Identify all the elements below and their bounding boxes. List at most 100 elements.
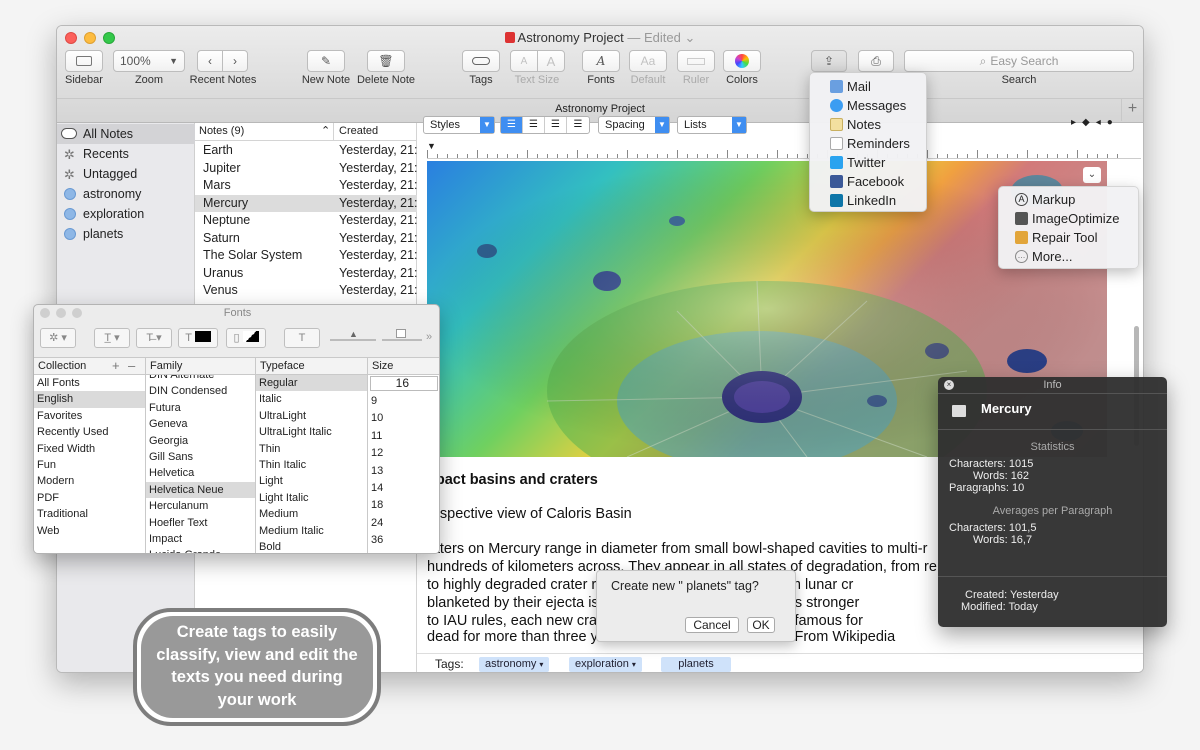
size-option[interactable]: 10: [368, 410, 410, 427]
typeface-list[interactable]: Regular Italic UltraLight UltraLight Italic…: [256, 375, 368, 553]
action-item-imageoptimize[interactable]: ImageOptimize: [999, 209, 1140, 228]
size-option[interactable]: 9: [368, 393, 410, 410]
font-list-item[interactable]: Traditional: [34, 506, 145, 522]
tag-exploration[interactable]: exploration ▾: [569, 657, 642, 672]
share-button[interactable]: ⇪: [811, 50, 847, 72]
align-right-icon[interactable]: ☰: [545, 117, 567, 133]
sort-ascending-icon[interactable]: ⌃: [321, 123, 330, 140]
strikethrough-menu-icon[interactable]: T̶ ▾: [136, 328, 172, 348]
list-item[interactable]: The Solar System Yesterday, 21:3: [195, 247, 424, 265]
close-icon[interactable]: ×: [944, 380, 954, 390]
action-item-markup[interactable]: A Markup: [999, 190, 1140, 209]
font-actions-gear-icon[interactable]: ✲ ▾: [40, 328, 76, 348]
image-menu-button[interactable]: ⌄: [1083, 167, 1101, 183]
font-list-item[interactable]: Fun: [34, 457, 145, 473]
chevron-down-icon[interactable]: ⌄: [684, 30, 695, 45]
font-list-item[interactable]: Thin: [256, 441, 367, 457]
sidebar-item-recents[interactable]: ✲ Recents: [57, 144, 195, 164]
font-list-item[interactable]: Hoefler Text: [146, 515, 255, 531]
font-list-item[interactable]: UltraLight: [256, 408, 367, 424]
action-item-more[interactable]: … More...: [999, 247, 1140, 266]
share-item-notes[interactable]: Notes: [810, 115, 928, 134]
decrease-text-size-button[interactable]: A: [510, 50, 538, 72]
action-item-repair-tool[interactable]: Repair Tool: [999, 228, 1140, 247]
font-list-item[interactable]: Helvetica Neue: [146, 481, 255, 499]
zoom-panel-button[interactable]: [72, 308, 82, 318]
list-item[interactable]: Venus Yesterday, 21:3: [195, 282, 424, 300]
sidebar-item-all-notes[interactable]: All Notes: [57, 124, 195, 144]
tag-planets-input[interactable]: planets: [661, 657, 731, 672]
font-list-item[interactable]: Gill Sans: [146, 449, 255, 465]
cancel-button[interactable]: Cancel: [685, 617, 739, 633]
back-button[interactable]: ‹: [197, 50, 223, 72]
font-list-item[interactable]: Medium Italic: [256, 523, 367, 539]
list-item[interactable]: Neptune Yesterday, 21:3: [195, 212, 424, 230]
document-color-button[interactable]: ▯: [226, 328, 266, 348]
document-heading[interactable]: npact basins and craters: [427, 472, 967, 488]
font-list-item[interactable]: Herculanum: [146, 498, 255, 514]
underline-menu-icon[interactable]: T̲ ▾: [94, 328, 130, 348]
font-list-item[interactable]: Recently Used: [34, 424, 145, 440]
zoom-select[interactable]: 100% ▼: [113, 50, 185, 72]
font-list-item[interactable]: Bold: [256, 539, 367, 553]
ok-button[interactable]: OK: [747, 617, 775, 633]
increase-text-size-button[interactable]: A: [537, 50, 565, 72]
new-note-button[interactable]: ✎: [307, 50, 345, 72]
family-list[interactable]: DIN Alternate DIN Condensed Futura Geneva Ge…: [146, 375, 256, 553]
size-option[interactable]: 14: [368, 480, 410, 497]
font-list-item[interactable]: Thin Italic: [256, 457, 367, 473]
font-list-item[interactable]: PDF: [34, 490, 145, 506]
tag-astronomy[interactable]: astronomy ▾: [479, 657, 550, 672]
font-list-item[interactable]: Helvetica: [146, 465, 255, 481]
list-item[interactable]: Uranus Yesterday, 21:3: [195, 265, 424, 283]
list-item[interactable]: Saturn Yesterday, 21:3: [195, 230, 424, 248]
shadow-opacity-slider[interactable]: ▲: [330, 329, 376, 347]
font-list-item[interactable]: English: [34, 391, 145, 408]
default-button[interactable]: Aa: [629, 50, 667, 72]
sidebar-item-exploration[interactable]: exploration: [57, 204, 195, 224]
styles-select[interactable]: Styles ▼: [423, 116, 495, 134]
font-list-item[interactable]: DIN Condensed: [146, 383, 255, 399]
font-list-item[interactable]: Modern: [34, 473, 145, 489]
colors-button[interactable]: [723, 50, 761, 72]
size-input[interactable]: 16: [370, 376, 438, 391]
font-list-item[interactable]: All Fonts: [34, 375, 145, 391]
font-list-item[interactable]: Regular: [256, 375, 367, 392]
font-list-item[interactable]: Geneva: [146, 416, 255, 432]
alignment-control[interactable]: ☰ ☰ ☰ ☰: [500, 116, 590, 134]
sidebar-item-astronomy[interactable]: astronomy: [57, 184, 195, 204]
font-list-item[interactable]: Light Italic: [256, 490, 367, 506]
size-option[interactable]: 24: [368, 515, 410, 532]
size-option[interactable]: 12: [368, 445, 410, 462]
paragraph-line[interactable]: raters on Mercury range in diameter from…: [427, 541, 967, 557]
search-field[interactable]: ⌕ Easy Search: [904, 50, 1134, 72]
ruler[interactable]: ▼: [427, 137, 1141, 159]
forward-button[interactable]: ›: [222, 50, 248, 72]
font-list-item[interactable]: UltraLight Italic: [256, 424, 367, 440]
share-item-mail[interactable]: Mail: [810, 77, 928, 96]
font-list-item[interactable]: Fixed Width: [34, 441, 145, 457]
add-collection-button[interactable]: +: [112, 357, 120, 374]
shadow-blur-slider[interactable]: [382, 329, 422, 347]
share-item-twitter[interactable]: Twitter: [810, 153, 928, 172]
chevron-right-icon[interactable]: »: [426, 331, 432, 343]
list-item[interactable]: Earth Yesterday, 21:3: [195, 142, 424, 160]
font-list-item[interactable]: Lucida Grande: [146, 547, 255, 553]
document-caption[interactable]: erspective view of Caloris Basin: [427, 506, 967, 522]
list-item[interactable]: Mars Yesterday, 21:3: [195, 177, 424, 195]
font-list-item[interactable]: Web: [34, 523, 145, 539]
ruler-button[interactable]: [677, 50, 715, 72]
sidebar-item-untagged[interactable]: ✲ Untagged: [57, 164, 195, 184]
tags-button[interactable]: [462, 50, 500, 72]
text-shadow-button[interactable]: T: [284, 328, 320, 348]
list-item[interactable]: Jupiter Yesterday, 21:3: [195, 160, 424, 178]
size-option[interactable]: 11: [368, 428, 410, 445]
align-left-icon[interactable]: ☰: [501, 117, 523, 133]
font-list-item[interactable]: Futura: [146, 400, 255, 416]
sidebar-button[interactable]: [65, 50, 103, 72]
text-color-button[interactable]: T: [178, 328, 218, 348]
lists-select[interactable]: Lists ▼: [677, 116, 747, 134]
fonts-button[interactable]: A: [582, 50, 620, 72]
print-button[interactable]: ⎙: [858, 50, 894, 72]
minimize-panel-button[interactable]: [56, 308, 66, 318]
